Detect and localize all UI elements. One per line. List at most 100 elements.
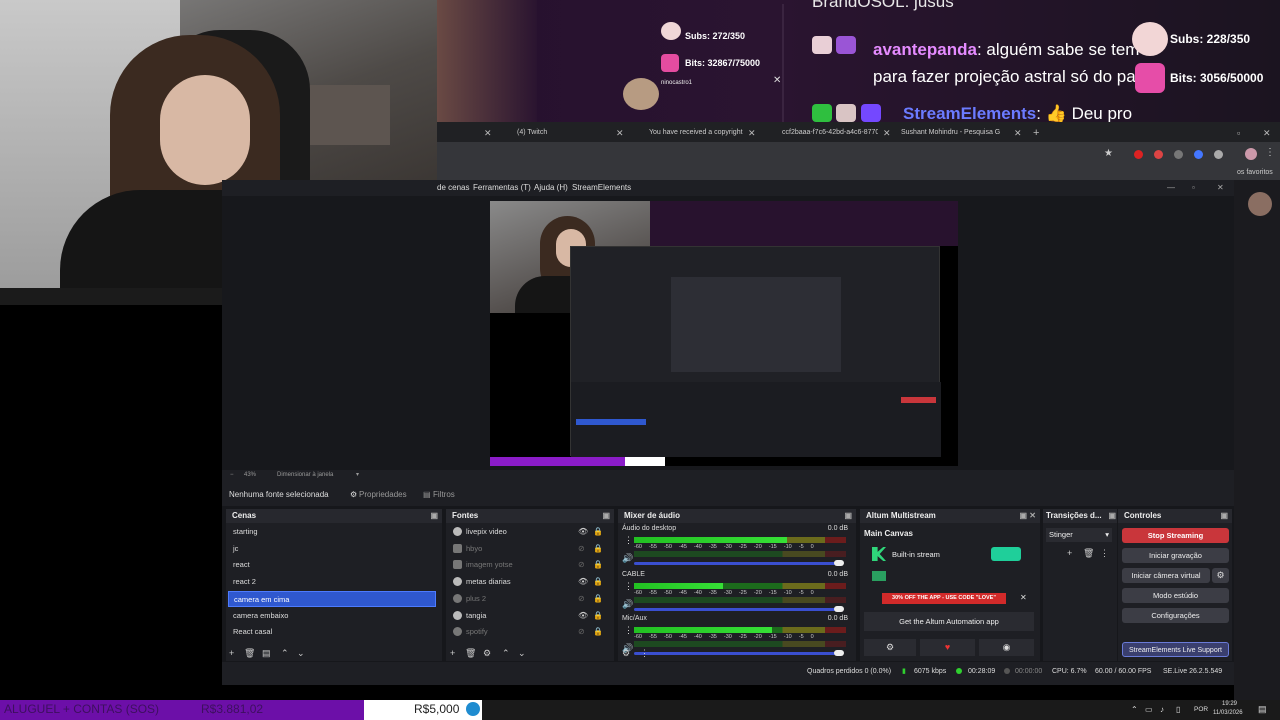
restore-icon[interactable]: ▫: [1237, 124, 1240, 142]
new-tab-button[interactable]: +: [1033, 124, 1039, 142]
start-recording-button[interactable]: Iniciar gravação: [1122, 548, 1229, 563]
add-icon[interactable]: +: [450, 647, 455, 659]
scene-item[interactable]: react 2: [228, 574, 436, 590]
preview-canvas[interactable]: [490, 201, 958, 466]
eye-icon[interactable]: 👁: [578, 577, 588, 586]
clock-date[interactable]: 11/03/2026: [1213, 710, 1243, 716]
properties-button[interactable]: Propriedades: [359, 490, 407, 499]
undock-icon[interactable]: ▣: [430, 509, 438, 523]
gear-icon[interactable]: ⚙: [622, 647, 630, 659]
volume-slider[interactable]: [634, 562, 842, 565]
scene-item[interactable]: react: [228, 557, 436, 573]
window-controls[interactable]: ▣ ✕: [1020, 509, 1036, 523]
trash-icon[interactable]: 🗑: [244, 647, 255, 659]
menu-streamelements[interactable]: StreamElements: [572, 183, 631, 192]
volume-slider-knob[interactable]: [834, 606, 844, 612]
clock-time[interactable]: 19:29: [1222, 701, 1237, 707]
virtual-camera-button[interactable]: Iniciar câmera virtual: [1122, 568, 1210, 583]
scene-item[interactable]: jc: [228, 541, 436, 557]
volume-icon[interactable]: ♪: [1160, 705, 1164, 714]
stream-toggle[interactable]: [991, 547, 1021, 561]
notification-icon[interactable]: ▤: [1258, 704, 1267, 715]
close-icon[interactable]: ✕: [1014, 124, 1022, 142]
undock-icon[interactable]: ▣: [602, 509, 610, 523]
star-icon[interactable]: ★: [1104, 148, 1113, 159]
lock-icon[interactable]: 🔒: [593, 577, 603, 586]
studio-mode-button[interactable]: Modo estúdio: [1122, 588, 1229, 603]
volume-slider[interactable]: [634, 652, 842, 655]
trash-icon[interactable]: 🗑: [1083, 547, 1094, 559]
gear-icon[interactable]: ⚙: [1212, 568, 1229, 583]
discord-icon[interactable]: ◉: [979, 639, 1034, 656]
menu-icon[interactable]: ⋮: [624, 581, 633, 592]
extension-icon[interactable]: [1214, 150, 1223, 159]
fit-to-window[interactable]: Dimensionar à janela: [277, 472, 333, 478]
eye-off-icon[interactable]: ⊘: [578, 594, 585, 603]
eye-icon[interactable]: 👁: [578, 611, 588, 620]
eye-off-icon[interactable]: ⊘: [578, 544, 585, 553]
eye-off-icon[interactable]: ⊘: [578, 560, 585, 569]
undock-icon[interactable]: ▣: [1220, 509, 1228, 523]
tab-twitch[interactable]: (4) Twitch: [503, 124, 613, 142]
filter-icon[interactable]: ▤: [262, 647, 271, 659]
close-icon[interactable]: ✕: [616, 124, 624, 142]
favorites-link[interactable]: os favoritos: [1237, 169, 1273, 176]
scene-item[interactable]: React casal: [228, 624, 436, 640]
up-arrow-icon[interactable]: ⌃: [502, 647, 510, 659]
extension-icon[interactable]: [1134, 150, 1143, 159]
stop-streaming-button[interactable]: Stop Streaming: [1122, 528, 1229, 543]
chevron-down-icon[interactable]: ▾: [356, 471, 359, 478]
menu-help[interactable]: Ajuda (H): [534, 183, 568, 192]
menu-scene-collection[interactable]: de cenas: [437, 183, 469, 192]
zoom-level[interactable]: 43%: [244, 472, 256, 478]
eye-icon[interactable]: 👁: [578, 527, 588, 536]
live-support-button[interactable]: StreamElements Live Support: [1122, 642, 1229, 657]
language-indicator[interactable]: POR: [1194, 706, 1208, 713]
network-icon[interactable]: ▭: [1145, 705, 1153, 714]
restore-icon[interactable]: ▫: [1192, 183, 1195, 192]
close-icon[interactable]: ✕: [773, 75, 781, 86]
close-icon[interactable]: ✕: [1020, 593, 1027, 602]
speaker-icon[interactable]: 🔊: [622, 599, 633, 610]
promo-banner[interactable]: 30% OFF THE APP - USE CODE "LOVE": [882, 593, 1006, 604]
chevron-up-icon[interactable]: ⌃: [1131, 705, 1138, 714]
volume-slider-knob[interactable]: [834, 560, 844, 566]
minimize-icon[interactable]: —: [1167, 183, 1175, 192]
down-arrow-icon[interactable]: ⌄: [297, 647, 305, 659]
add-icon[interactable]: +: [229, 647, 234, 659]
close-icon[interactable]: ✕: [484, 124, 492, 142]
transition-select[interactable]: Stinger ▾: [1046, 528, 1112, 542]
extension-icon[interactable]: [1194, 150, 1203, 159]
speaker-icon[interactable]: 🔊: [622, 553, 633, 564]
battery-icon[interactable]: ▯: [1176, 705, 1180, 714]
trash-icon[interactable]: 🗑: [465, 647, 476, 659]
extension-icon[interactable]: [1154, 150, 1163, 159]
close-icon[interactable]: ✕: [1217, 183, 1224, 192]
lock-icon[interactable]: 🔒: [593, 544, 603, 553]
heart-icon[interactable]: ♥: [920, 639, 975, 656]
gear-icon[interactable]: ⚙: [483, 647, 491, 659]
eye-off-icon[interactable]: ⊘: [578, 627, 585, 636]
get-app-button[interactable]: Get the Altum Automation app: [864, 612, 1034, 631]
lock-icon[interactable]: 🔒: [593, 527, 603, 536]
undock-icon[interactable]: ▣: [844, 509, 852, 523]
scene-item[interactable]: camera embaixo: [228, 608, 436, 624]
tab-uuid[interactable]: ccf2baaa-f7c6-42bd-a4c6-8770: [768, 124, 878, 142]
close-icon[interactable]: ✕: [1263, 124, 1271, 142]
menu-icon[interactable]: ⋮: [1265, 147, 1275, 158]
extension-icon[interactable]: [1174, 150, 1183, 159]
menu-icon[interactable]: ⋮: [624, 535, 633, 546]
scene-item[interactable]: starting: [228, 524, 436, 540]
volume-slider-knob[interactable]: [834, 650, 844, 656]
filters-button[interactable]: Filtros: [433, 490, 455, 499]
add-icon[interactable]: +: [1067, 547, 1072, 559]
menu-icon[interactable]: ⋮: [1100, 547, 1109, 559]
lock-icon[interactable]: 🔒: [593, 611, 603, 620]
settings-button[interactable]: Configurações: [1122, 608, 1229, 623]
gear-icon[interactable]: ⚙: [864, 639, 916, 656]
menu-tools[interactable]: Ferramentas (T): [473, 183, 531, 192]
lock-icon[interactable]: 🔒: [593, 627, 603, 636]
tab-gmail[interactable]: You have received a copyright: [635, 124, 745, 142]
close-icon[interactable]: ✕: [748, 124, 756, 142]
undock-icon[interactable]: ▣: [1108, 509, 1116, 523]
